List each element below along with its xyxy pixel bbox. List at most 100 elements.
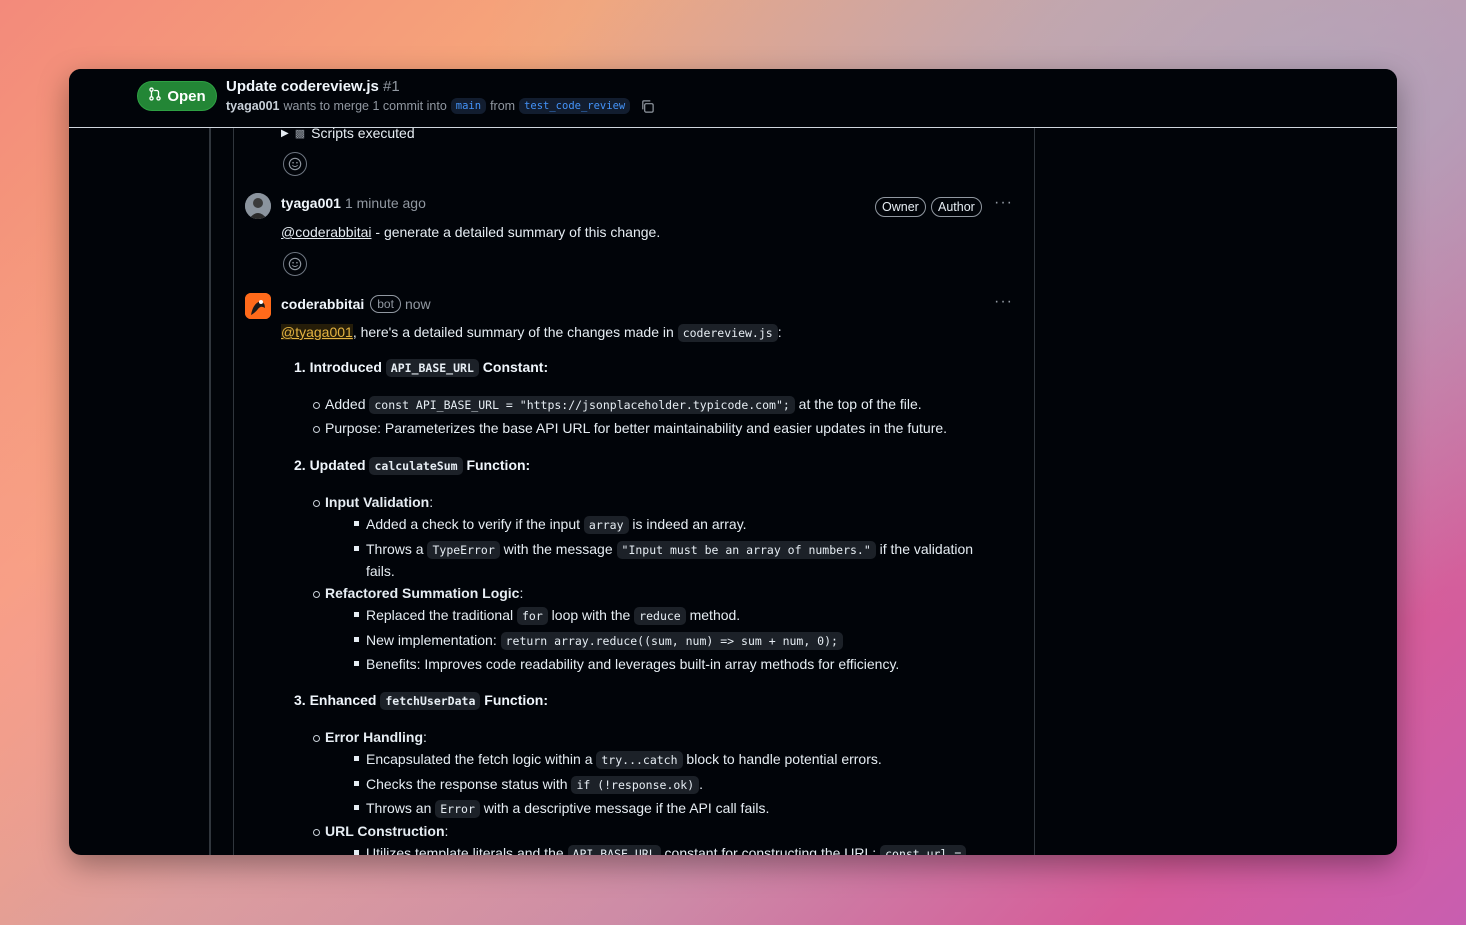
comment-author[interactable]: tyaga001 [281, 195, 341, 211]
text: block to handle potential errors. [682, 751, 882, 767]
text: loop with the [547, 607, 635, 623]
avatar[interactable] [245, 193, 271, 219]
text: Throws a [366, 541, 428, 557]
pr-header: Open Update codereview.js #1 tyaga001 wa… [69, 69, 1397, 128]
comment-header: coderabbitai bot now [281, 295, 431, 313]
intro-text: , here's a detailed summary of the chang… [352, 324, 678, 340]
head-branch[interactable]: test_code_review [519, 98, 631, 114]
colon: : [444, 823, 449, 839]
text: Replaced the traditional [366, 607, 517, 623]
heading-text: Function: [462, 457, 531, 473]
inline-code: TypeError [427, 541, 500, 559]
text: constant for constructing the URL: [660, 845, 881, 855]
inline-code: const API_BASE_URL = "https://jsonplaceh… [369, 396, 795, 414]
text: fails. [366, 563, 395, 579]
text: New implementation: [366, 632, 501, 648]
list-item: Utilizes template literals and the API_B… [353, 843, 967, 855]
comment-intro: @tyaga001, here's a detailed summary of … [281, 322, 1021, 344]
pr-status-badge: Open [137, 81, 217, 111]
inline-code: fetchUserData [380, 692, 481, 710]
mention-link[interactable]: @coderabbitai [281, 224, 372, 240]
inline-code: if (!response.ok) [571, 776, 700, 794]
author-badge: Author [931, 197, 982, 217]
list-item: Replaced the traditional for loop with t… [353, 605, 741, 627]
triangle-right-icon: ▶ [281, 127, 289, 139]
text: if the validation [875, 541, 974, 557]
list-item: Checks the response status with if (!res… [353, 774, 704, 796]
list-item: Added a check to verify if the input arr… [354, 514, 747, 536]
text: with the message [499, 541, 617, 557]
comment-timestamp[interactable]: 1 minute ago [345, 195, 426, 211]
list-item: Added const API_BASE_URL = "https://json… [313, 396, 922, 414]
list-item: Throws an Error with a descriptive messa… [353, 798, 770, 820]
inline-code: reduce [634, 607, 686, 625]
bot-label: bot [370, 295, 401, 313]
text: with a descriptive message if the API ca… [479, 800, 770, 816]
inline-code: "Input must be an array of numbers." [616, 541, 876, 559]
comment-text: - generate a detailed summary of this ch… [371, 224, 661, 240]
inline-code: Error [435, 800, 480, 818]
list-item: URL Construction: [312, 823, 449, 839]
pr-title-text: Update codereview.js [226, 78, 379, 95]
bot-avatar[interactable] [245, 293, 271, 319]
add-reaction-button[interactable] [283, 252, 307, 276]
list-item: Benefits: Improves code readability and … [353, 654, 899, 675]
list-item: Error Handling: [313, 729, 427, 745]
colon: : [423, 729, 427, 745]
list-item: Encapsulated the fetch logic within a tr… [354, 749, 882, 771]
owner-badge: Owner [875, 197, 926, 217]
inline-code: calculateSum [369, 457, 463, 475]
colon: : [519, 585, 524, 601]
text: Utilizes template literals and the [366, 845, 568, 855]
summary-heading-1: 1. Introduced API_BASE_URL Constant: [294, 359, 549, 377]
inline-code: return array.reduce((sum, num) => sum + … [500, 632, 843, 650]
comment-body: @coderabbitai - generate a detailed summ… [281, 222, 1021, 243]
text: is indeed an array. [628, 516, 747, 532]
smiley-icon [288, 257, 302, 271]
heading-text: Constant: [478, 359, 549, 375]
timeline-line [209, 127, 211, 855]
text: at the top of the file. [794, 396, 922, 412]
summary-heading-3: 3. Enhanced fetchUserData Function: [294, 692, 548, 710]
text: Added [325, 396, 370, 412]
list-item: New implementation: return array.reduce(… [354, 630, 843, 652]
more-options-icon[interactable]: ··· [994, 194, 1013, 212]
mention-link[interactable]: @tyaga001 [281, 324, 353, 340]
subheading: Refactored Summation Logic [325, 585, 520, 601]
base-branch[interactable]: main [450, 98, 487, 114]
copy-icon[interactable] [640, 99, 655, 114]
inline-code: const url = [880, 845, 967, 855]
heading-text: 2. Updated [294, 457, 370, 473]
text: Checks the response status with [366, 776, 572, 792]
text: . [699, 776, 704, 792]
summary-heading-2: 2. Updated calculateSum Function: [294, 457, 531, 475]
smiley-icon [288, 157, 302, 171]
colon: : [429, 494, 434, 510]
intro-end: : [777, 324, 782, 340]
text: Throws an [366, 800, 436, 816]
inline-code: API_BASE_URL [385, 359, 479, 377]
inline-code: try...catch [596, 751, 683, 769]
pr-title: Update codereview.js #1 [226, 78, 400, 95]
pr-merge-info: tyaga001 wants to merge 1 commit into ma… [226, 98, 655, 114]
comment-timestamp[interactable]: now [405, 296, 431, 312]
heading-text: 3. Enhanced [294, 692, 381, 708]
more-options-icon[interactable]: ··· [994, 293, 1013, 311]
text: method. [685, 607, 741, 623]
inline-code: API_BASE_URL [567, 845, 661, 855]
pr-number: #1 [383, 78, 400, 95]
pr-status-label: Open [167, 87, 206, 105]
comment-author[interactable]: coderabbitai [281, 296, 364, 312]
from-text: from [490, 99, 516, 113]
inline-code: array [583, 516, 629, 534]
pr-author-link[interactable]: tyaga001 [226, 99, 280, 113]
add-reaction-button[interactable] [283, 152, 307, 176]
list-item: Input Validation: [312, 494, 434, 510]
text: Added a check to verify if the input [366, 516, 584, 532]
subheading: Error Handling [325, 729, 424, 745]
comment-header: tyaga001 1 minute ago [281, 195, 426, 211]
list-item: Throws a TypeError with the message "Inp… [353, 539, 974, 582]
inline-code: codereview.js [677, 324, 778, 342]
browser-window: Open Update codereview.js #1 tyaga001 wa… [69, 69, 1397, 855]
subheading: Input Validation [325, 494, 430, 510]
